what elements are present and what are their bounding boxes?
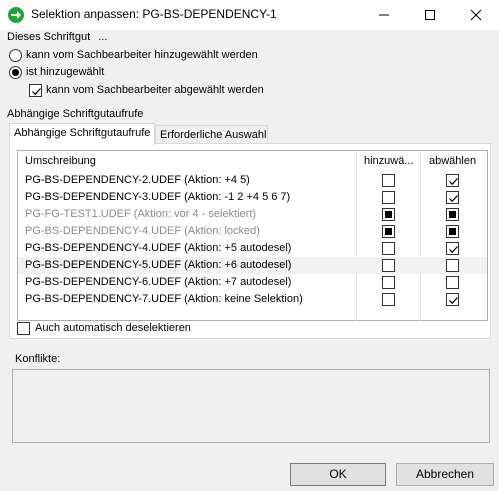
row-umschreibung: PG-BS-DEPENDENCY-7.UDEF (Aktion: keine S…: [25, 293, 303, 305]
abwaehlbar-label: kann vom Sachbearbeiter abgewählt werden: [46, 84, 264, 96]
maximize-button[interactable]: [407, 0, 453, 30]
table-row[interactable]: PG-BS-DEPENDENCY-6.UDEF (Aktion: +7 auto…: [18, 274, 487, 291]
table-row[interactable]: PG-BS-DEPENDENCY-4.UDEF (Aktion: +5 auto…: [18, 240, 487, 257]
table-row[interactable]: PG-BS-DEPENDENCY-3.UDEF (Aktion: -1 2 +4…: [18, 189, 487, 206]
table-row[interactable]: PG-BS-DEPENDENCY-4.UDEF (Aktion: locked): [18, 223, 487, 240]
row-umschreibung: PG-BS-DEPENDENCY-5.UDEF (Aktion: +6 auto…: [25, 259, 292, 271]
maximize-icon: [425, 10, 435, 20]
table-row[interactable]: PG-FG-TEST1.UDEF (Aktion: vor 4 - selekt…: [18, 206, 487, 223]
row-umschreibung: PG-BS-DEPENDENCY-4.UDEF (Aktion: locked): [25, 225, 260, 237]
row-hinzuwaehlen-checkbox[interactable]: [382, 242, 395, 255]
row-hinzuwaehlen-checkbox[interactable]: [382, 225, 395, 238]
radio-hinzuwaehlbar[interactable]: [9, 49, 22, 62]
dependency-grid[interactable]: Umschreibung hinzuwä... abwählen PG-BS-D…: [17, 150, 488, 321]
konflikte-box[interactable]: [12, 369, 490, 443]
close-icon: [470, 9, 482, 21]
window-title: Selektion anpassen: PG-BS-DEPENDENCY-1: [31, 7, 277, 21]
row-umschreibung: PG-BS-DEPENDENCY-4.UDEF (Aktion: +5 auto…: [25, 242, 292, 254]
table-row[interactable]: PG-BS-DEPENDENCY-7.UDEF (Aktion: keine S…: [18, 291, 487, 308]
row-hinzuwaehlen-checkbox[interactable]: [382, 208, 395, 221]
column-header-hinzuwaehlen[interactable]: hinzuwä...: [364, 155, 414, 167]
checkmark-icon: [32, 88, 41, 96]
table-row[interactable]: PG-BS-DEPENDENCY-5.UDEF (Aktion: +6 auto…: [18, 257, 487, 274]
column-header-umschreibung[interactable]: Umschreibung: [25, 155, 96, 167]
close-button[interactable]: [453, 0, 499, 30]
radio-hinzuwaehlbar-label: kann vom Sachbearbeiter hinzugewählt wer…: [26, 49, 258, 61]
row-abwaehlen-checkbox[interactable]: [446, 242, 459, 255]
row-abwaehlen-checkbox[interactable]: [446, 225, 459, 238]
schriftgut-group-label: Dieses Schriftgut ...: [7, 31, 107, 43]
checkmark-icon: [449, 246, 458, 254]
auto-deselect-label: Auch automatisch deselektieren: [35, 322, 191, 334]
ok-button[interactable]: OK: [290, 463, 386, 486]
indeterminate-icon: [385, 228, 392, 235]
schriftgut-group-ellipsis: ...: [98, 31, 108, 43]
tab-abhaengige[interactable]: Abhängige Schriftgutaufrufe: [9, 123, 155, 146]
row-abwaehlen-checkbox[interactable]: [446, 259, 459, 272]
checkmark-icon: [449, 195, 458, 203]
indeterminate-icon: [449, 228, 456, 235]
indeterminate-icon: [385, 211, 392, 218]
row-umschreibung: PG-BS-DEPENDENCY-2.UDEF (Aktion: +4 5): [25, 174, 250, 186]
auto-deselect-checkbox[interactable]: [17, 322, 30, 335]
checkmark-icon: [449, 297, 458, 305]
cancel-button[interactable]: Abbrechen: [396, 463, 494, 486]
column-header-abwaehlen[interactable]: abwählen: [429, 155, 476, 167]
row-abwaehlen-checkbox[interactable]: [446, 191, 459, 204]
row-hinzuwaehlen-checkbox[interactable]: [382, 174, 395, 187]
minimize-button[interactable]: [361, 0, 407, 30]
row-umschreibung: PG-BS-DEPENDENCY-6.UDEF (Aktion: +7 auto…: [25, 276, 292, 288]
abwaehlbar-checkbox[interactable]: [29, 84, 42, 97]
row-abwaehlen-checkbox[interactable]: [446, 276, 459, 289]
minimize-icon: [379, 14, 389, 16]
checkmark-icon: [449, 178, 458, 186]
row-hinzuwaehlen-checkbox[interactable]: [382, 293, 395, 306]
row-abwaehlen-checkbox[interactable]: [446, 174, 459, 187]
indeterminate-icon: [449, 211, 456, 218]
green-arrow-icon: [8, 7, 24, 23]
konflikte-label: Konflikte:: [15, 353, 61, 365]
row-abwaehlen-checkbox[interactable]: [446, 293, 459, 306]
row-hinzuwaehlen-checkbox[interactable]: [382, 191, 395, 204]
row-umschreibung: PG-FG-TEST1.UDEF (Aktion: vor 4 - selekt…: [25, 208, 257, 220]
abhaengige-group-label: Abhängige Schriftgutaufrufe: [7, 108, 144, 120]
row-hinzuwaehlen-checkbox[interactable]: [382, 259, 395, 272]
row-hinzuwaehlen-checkbox[interactable]: [382, 276, 395, 289]
row-umschreibung: PG-BS-DEPENDENCY-3.UDEF (Aktion: -1 2 +4…: [25, 191, 291, 203]
row-abwaehlen-checkbox[interactable]: [446, 208, 459, 221]
grid-header: Umschreibung hinzuwä... abwählen: [18, 151, 487, 171]
radio-ist-hinzugewaehlt-label: ist hinzugewählt: [26, 66, 105, 78]
schriftgut-group-title: Dieses Schriftgut: [7, 31, 91, 43]
table-row[interactable]: PG-BS-DEPENDENCY-2.UDEF (Aktion: +4 5): [18, 172, 487, 189]
radio-ist-hinzugewaehlt[interactable]: [9, 66, 22, 79]
